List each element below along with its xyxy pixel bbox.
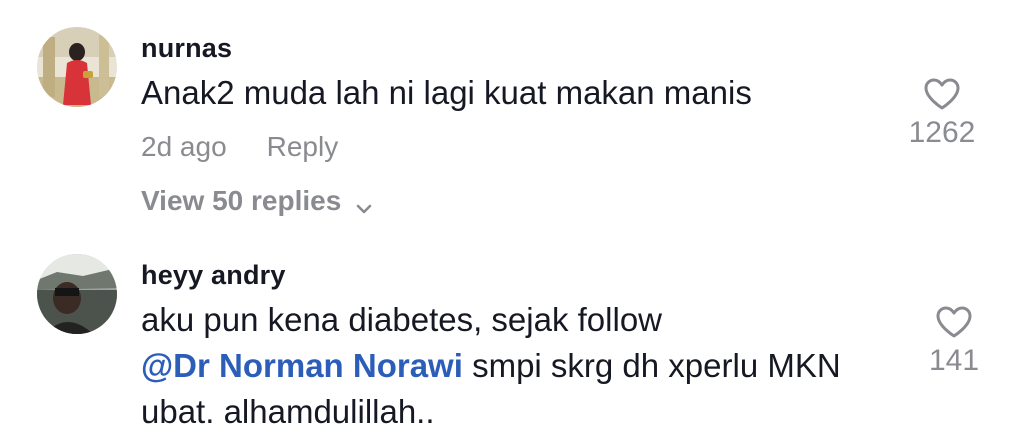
comment-timestamp: 2d ago — [141, 131, 227, 162]
comment-username[interactable]: heyy andry — [141, 259, 922, 291]
view-replies-label: View 50 replies — [141, 185, 342, 216]
avatar[interactable] — [37, 27, 117, 107]
like-count: 141 — [928, 344, 980, 377]
comment-username[interactable]: nurnas — [141, 32, 922, 64]
comment-text: Anak2 muda lah ni lagi kuat makan manis — [141, 74, 752, 111]
comment-item: heyy andry aku pun kena diabetes, sejak … — [0, 240, 1032, 430]
chevron-down-icon — [355, 192, 373, 214]
heart-outline-icon — [904, 305, 1004, 339]
like-count: 1262 — [908, 116, 976, 149]
heart-outline-icon — [892, 77, 992, 111]
like-button[interactable]: 1262 — [892, 77, 992, 151]
view-replies-button[interactable]: View 50 replies — [141, 184, 922, 218]
comment-meta: 2d ago Reply — [141, 130, 922, 164]
comment-text-start: aku pun kena diabetes, sejak follow — [141, 301, 663, 338]
comment-text: aku pun kena diabetes, sejak follow @Dr N… — [141, 297, 922, 435]
avatar[interactable] — [37, 254, 117, 334]
comment-item: nurnas Anak2 muda lah ni lagi kuat makan… — [0, 0, 1032, 240]
like-button[interactable]: 141 — [904, 305, 1004, 379]
reply-button[interactable]: Reply — [267, 131, 339, 162]
mention-link[interactable]: @Dr Norman Norawi — [141, 347, 463, 384]
